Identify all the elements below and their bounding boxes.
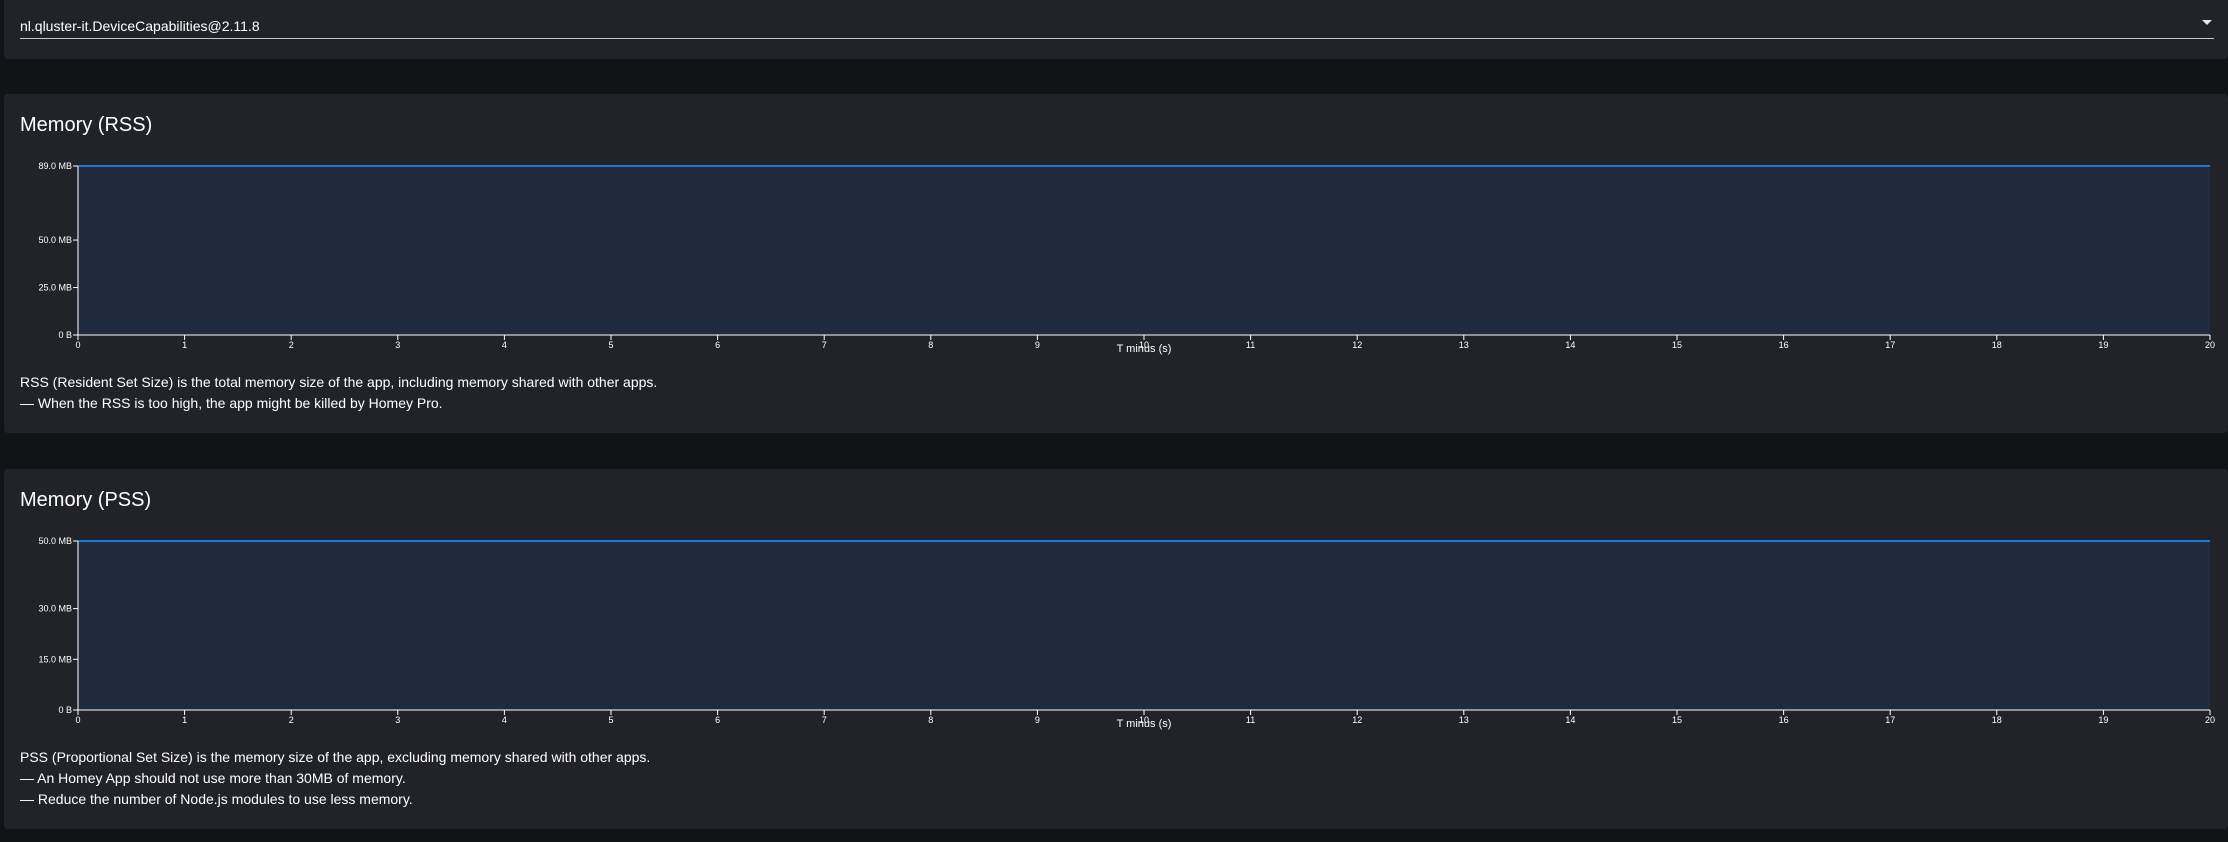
pss-x-tick-label: 12 <box>1352 715 1362 725</box>
pss-x-tick-label: 7 <box>822 715 827 725</box>
pss-y-tick-label: 30.0 MB <box>38 604 72 614</box>
pss-chart: 0 B15.0 MB30.0 MB50.0 MB0 1 2 3 4 5 6 7 8 9 10 11 12… <box>38 536 2215 730</box>
pss-description-line: PSS (Proportional Set Size) is the memor… <box>20 749 651 765</box>
pss-title: Memory (PSS) <box>20 489 152 511</box>
pss-y-tick-label: 15.0 MB <box>38 654 72 664</box>
pss-x-tick-label: 3 <box>395 715 400 725</box>
pss-x-tick-label: 1 <box>182 715 187 725</box>
rss-x-axis-title: T minus (s) <box>1117 343 1172 355</box>
rss-x-tick-label: 3 <box>395 340 400 350</box>
rss-title: Memory (RSS) <box>20 114 153 136</box>
app-select[interactable]: nl.qluster-it.DeviceCapabilities@2.11.8 <box>20 12 2214 39</box>
rss-description-line: RSS (Resident Set Size) is the total mem… <box>20 374 658 390</box>
rss-y-tick-label: 0 B <box>58 330 72 340</box>
pss-description-line: — An Homey App should not use more than … <box>20 770 406 786</box>
pss-description: PSS (Proportional Set Size) is the memor… <box>20 747 650 810</box>
pss-x-tick-label: 19 <box>2098 715 2108 725</box>
pss-x-tick-label: 13 <box>1459 715 1469 725</box>
rss-x-tick-label: 0 <box>75 340 80 350</box>
pss-y-tick-label: 0 B <box>58 705 72 715</box>
rss-x-tick-label: 14 <box>1565 340 1575 350</box>
pss-description-line: — Reduce the number of Node.js modules t… <box>20 791 413 807</box>
pss-x-tick-label: 5 <box>608 715 613 725</box>
pss-x-tick-label: 15 <box>1672 715 1682 725</box>
rss-x-tick-label: 2 <box>289 340 294 350</box>
app-selector-card: nl.qluster-it.DeviceCapabilities@2.11.8 <box>4 0 2228 59</box>
rss-x-tick-label: 6 <box>715 340 720 350</box>
app-select-value: nl.qluster-it.DeviceCapabilities@2.11.8 <box>20 18 260 34</box>
rss-x-tick-label: 8 <box>928 340 933 350</box>
pss-x-tick-label: 14 <box>1565 715 1575 725</box>
rss-x-tick-label: 19 <box>2098 340 2108 350</box>
pss-x-tick-label: 2 <box>289 715 294 725</box>
rss-x-tick-label: 4 <box>502 340 507 350</box>
rss-y-tick-label: 50.0 MB <box>38 235 72 245</box>
pss-x-tick-label: 8 <box>928 715 933 725</box>
chevron-down-icon <box>2202 20 2212 25</box>
rss-y-tick-label: 25.0 MB <box>38 283 72 293</box>
pss-area <box>78 541 2210 710</box>
pss-x-tick-label: 18 <box>1992 715 2002 725</box>
rss-x-tick-label: 11 <box>1246 340 1255 350</box>
rss-x-tick-label: 5 <box>608 340 613 350</box>
rss-x-tick-label: 7 <box>822 340 827 350</box>
rss-description: RSS (Resident Set Size) is the total mem… <box>20 372 657 414</box>
pss-x-tick-label: 17 <box>1885 715 1895 725</box>
pss-x-tick-label: 11 <box>1246 715 1255 725</box>
rss-y-tick-label: 89.0 MB <box>38 161 72 171</box>
rss-x-tick-label: 1 <box>182 340 187 350</box>
pss-x-tick-label: 6 <box>715 715 720 725</box>
pss-x-tick-label: 16 <box>1779 715 1789 725</box>
memory-pss-card: Memory (PSS) 0 B 15.0 MB 30.0 MB 50.0 MB 0 1 2… <box>4 469 2228 829</box>
pss-x-tick-label: 9 <box>1035 715 1040 725</box>
rss-x-tick-label: 18 <box>1992 340 2002 350</box>
rss-x-tick-label: 13 <box>1459 340 1469 350</box>
pss-y-tick-label: 50.0 MB <box>38 536 72 546</box>
rss-x-tick-label: 12 <box>1352 340 1362 350</box>
rss-x-tick-label: 20 <box>2205 340 2215 350</box>
rss-x-tick-label: 9 <box>1035 340 1040 350</box>
rss-description-line: — When the RSS is too high, the app migh… <box>20 395 443 411</box>
memory-rss-card: Memory (RSS) 0 B 25.0 MB 50.0 MB 89.0 MB 0 1 2… <box>4 94 2228 433</box>
rss-x-tick-label: 17 <box>1885 340 1895 350</box>
pss-x-tick-label: 4 <box>502 715 507 725</box>
pss-x-tick-label: 20 <box>2205 715 2215 725</box>
rss-chart: 0 B25.0 MB50.0 MB89.0 MB0 1 2 3 4 5 6 7 8 9 10 11 12… <box>38 161 2215 355</box>
rss-x-tick-label: 16 <box>1779 340 1789 350</box>
pss-x-tick-label: 0 <box>75 715 80 725</box>
pss-x-axis-title: T minus (s) <box>1117 718 1172 730</box>
rss-area <box>78 166 2210 335</box>
rss-x-tick-label: 15 <box>1672 340 1682 350</box>
